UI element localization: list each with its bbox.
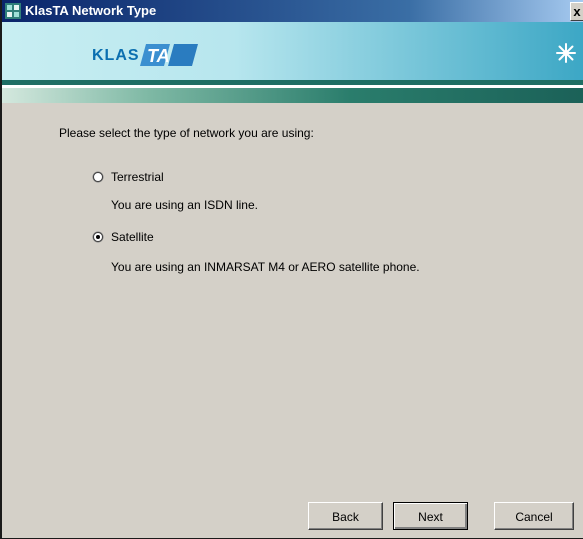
next-button[interactable]: Next xyxy=(393,502,468,530)
logo-suffix: TA xyxy=(147,46,170,66)
terrestrial-label[interactable]: Terrestrial xyxy=(111,170,164,184)
back-button[interactable]: Back xyxy=(308,502,383,530)
logo-text: KLAS xyxy=(92,47,140,64)
title-bar[interactable]: KlasTA Network Type x xyxy=(2,0,583,22)
satellite-radio[interactable] xyxy=(92,231,104,243)
window-title: KlasTA Network Type xyxy=(25,3,157,18)
satellite-label[interactable]: Satellite xyxy=(111,230,154,244)
app-icon xyxy=(5,3,21,19)
close-button[interactable]: x xyxy=(570,2,583,21)
banner-gradient xyxy=(2,88,583,103)
satellite-description: You are using an INMARSAT M4 or AERO sat… xyxy=(111,260,420,274)
terrestrial-description: You are using an ISDN line. xyxy=(111,198,258,212)
header-banner: KLAS TA xyxy=(2,22,583,121)
terrestrial-radio[interactable] xyxy=(92,171,104,183)
cancel-button[interactable]: Cancel xyxy=(494,502,574,530)
close-icon: x xyxy=(573,4,581,19)
banner-bottom xyxy=(2,103,583,121)
dialog-window: KlasTA Network Type x KLAS TA Please sel… xyxy=(0,0,583,539)
logo-mark-icon: TA xyxy=(140,44,198,66)
snowflake-gear-icon xyxy=(556,43,576,63)
network-type-prompt: Please select the type of network you ar… xyxy=(59,126,314,140)
banner-background xyxy=(2,22,583,80)
